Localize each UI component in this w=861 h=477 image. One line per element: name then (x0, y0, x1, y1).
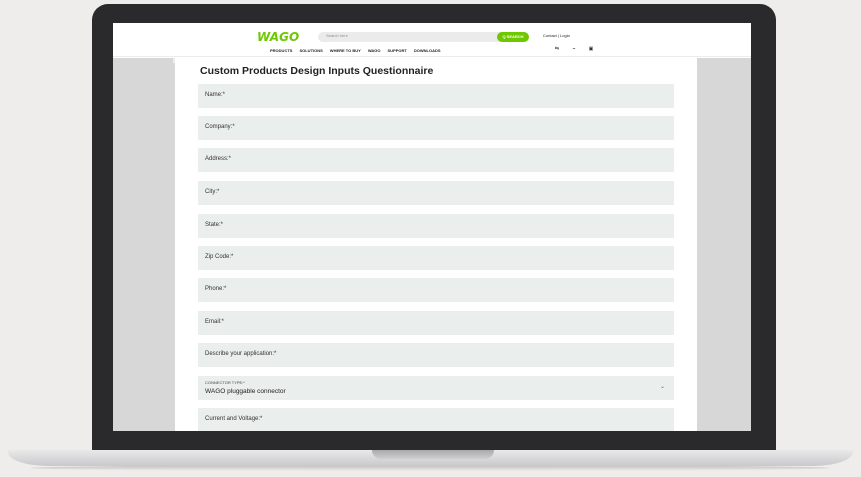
laptop-notch (372, 450, 494, 459)
chevron-down-icon[interactable]: ⌄ (660, 383, 665, 390)
share-icon[interactable]: ⌁ (571, 46, 577, 52)
current-voltage-field[interactable]: Current and Voltage:* (198, 408, 674, 431)
connector-type-label: CONNECTOR TYPE:* (205, 380, 245, 385)
nav-support[interactable]: SUPPORT (388, 48, 407, 53)
site-header: WAGO Search here Q SEARCH Contact | Logi… (113, 23, 751, 57)
connector-type-value: WAGO pluggable connector (205, 388, 286, 395)
laptop-screen: WAGO Search here Q SEARCH Contact | Logi… (113, 23, 751, 431)
current-voltage-label: Current and Voltage:* (205, 416, 263, 422)
phone-field[interactable]: Phone:* (198, 278, 674, 302)
nav-solutions[interactable]: SOLUTIONS (299, 48, 322, 53)
state-field[interactable]: State:* (198, 214, 674, 238)
search-placeholder: Search here (326, 33, 348, 38)
application-label: Describe your application:* (205, 351, 277, 357)
zip-code-label: Zip Code:* (205, 254, 234, 260)
header-tools: ⇆ ⌁ ▣ (554, 46, 594, 52)
search-button[interactable]: Q SEARCH (497, 32, 529, 42)
nav-products[interactable]: PRODUCTS (270, 48, 292, 53)
main-nav: PRODUCTS SOLUTIONS WHERE TO BUY WAGO SUP… (270, 48, 441, 53)
city-field[interactable]: City:* (198, 181, 674, 205)
contact-login-links[interactable]: Contact | Login (543, 33, 570, 38)
compare-icon[interactable]: ⇆ (554, 46, 560, 52)
address-field[interactable]: Address:* (198, 148, 674, 172)
connector-type-select[interactable]: CONNECTOR TYPE:* WAGO pluggable connecto… (198, 376, 674, 400)
nav-downloads[interactable]: DOWNLOADS (414, 48, 441, 53)
state-label: State:* (205, 222, 224, 228)
name-label: Name:* (205, 92, 226, 98)
address-label: Address:* (205, 156, 232, 162)
city-label: City:* (205, 189, 220, 195)
company-label: Company:* (205, 124, 235, 130)
email-label: Email:* (205, 319, 225, 325)
company-field[interactable]: Company:* (198, 116, 674, 140)
application-field[interactable]: Describe your application:* (198, 343, 674, 367)
cart-icon[interactable]: ▣ (588, 46, 594, 52)
wago-logo[interactable]: WAGO (257, 30, 299, 44)
page-title: Custom Products Design Inputs Questionna… (200, 65, 434, 77)
phone-label: Phone:* (205, 286, 227, 292)
zip-code-field[interactable]: Zip Code:* (198, 246, 674, 270)
nav-where-to-buy[interactable]: WHERE TO BUY (330, 48, 361, 53)
nav-wago[interactable]: WAGO (368, 48, 381, 53)
form-panel: Custom Products Design Inputs Questionna… (175, 58, 697, 431)
email-field[interactable]: Email:* (198, 311, 674, 335)
name-field[interactable]: Name:* (198, 84, 674, 108)
